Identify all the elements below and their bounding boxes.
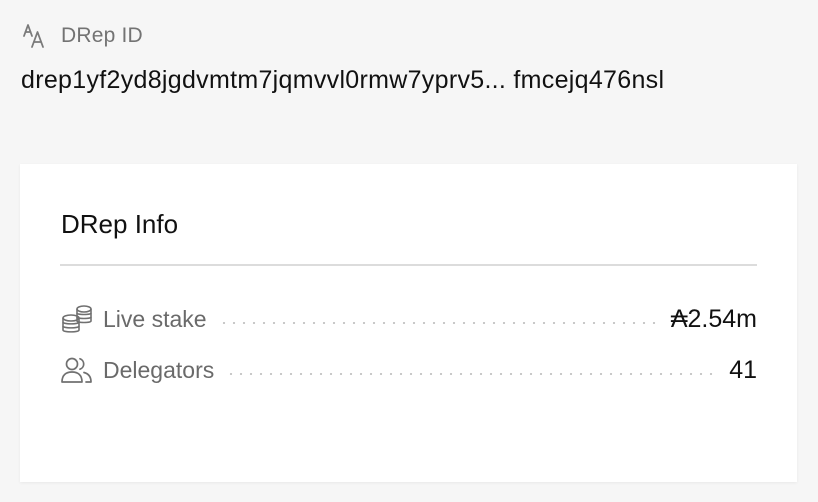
font-size-icon (21, 22, 49, 50)
delegators-row: Delegators 41 (60, 353, 757, 387)
delegators-label: Delegators (103, 356, 215, 383)
leader-dots (226, 373, 718, 375)
drep-info-card: DRep Info Live stake ₳2.54m Delegators 4… (20, 164, 797, 482)
live-stake-value: ₳2.54m (670, 304, 757, 333)
delegators-value: 41 (729, 355, 757, 384)
coins-icon (60, 304, 94, 334)
drep-id-value[interactable]: drep1yf2yd8jgdvmtm7jqmvvl0rmw7yprv5... f… (21, 66, 664, 95)
drep-id-label: DRep ID (61, 24, 143, 47)
card-title: DRep Info (61, 209, 179, 239)
leader-dots (218, 322, 659, 324)
live-stake-label: Live stake (103, 305, 207, 332)
live-stake-row: Live stake ₳2.54m (60, 302, 757, 336)
divider (60, 264, 757, 266)
users-icon (60, 355, 94, 385)
drep-id-header: DRep ID (21, 22, 143, 50)
